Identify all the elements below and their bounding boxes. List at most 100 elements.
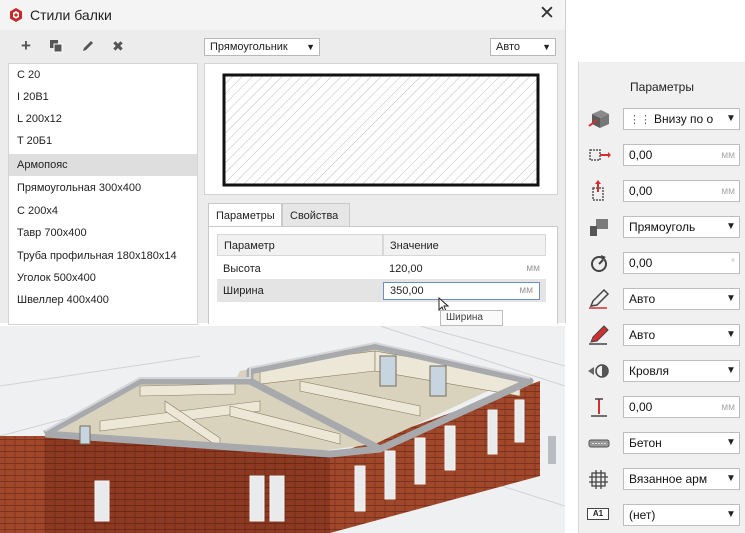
list-item[interactable]: Уголок 500x400 xyxy=(9,267,197,289)
offset-vertical-icon xyxy=(592,180,604,201)
param-value: 350,00 xyxy=(390,285,424,297)
reinforcement-value: Вязанное арм xyxy=(629,472,708,486)
list-item[interactable]: Прямоугольная 300x400 xyxy=(9,177,197,199)
chevron-down-icon: ▼ xyxy=(723,505,739,525)
tab-parameters[interactable]: Параметры xyxy=(208,203,282,227)
chevron-down-icon: ▼ xyxy=(723,469,739,489)
unit-label: ° xyxy=(731,258,735,269)
list-item[interactable]: Швеллер 400x400 xyxy=(9,289,197,311)
copy-style-icon[interactable] xyxy=(46,36,66,56)
param-row-rotation: 0,00 ° xyxy=(579,248,745,276)
shape-select-value: Прямоугольник xyxy=(210,41,288,53)
reinforcement-select[interactable]: Вязанное арм ▼ xyxy=(623,468,740,490)
unit-label: мм xyxy=(721,186,735,197)
param-value: 120,00 xyxy=(389,263,423,275)
title-bar: Стили балки ✕ xyxy=(0,0,565,30)
list-item[interactable]: L 200x12 xyxy=(9,108,197,130)
edit-style-icon[interactable] xyxy=(78,36,98,56)
scale-select[interactable]: Авто ▼ xyxy=(490,38,556,56)
panel-title: Параметры xyxy=(630,80,694,94)
app-logo-icon xyxy=(10,8,22,22)
beam-styles-dialog: Стили балки ✕ + ✖ С 20 I 20B1 L 200x12 T… xyxy=(0,0,566,326)
tooltip: Ширина xyxy=(440,310,503,326)
table-row-selected: Ширина 350,00 мм xyxy=(217,280,546,302)
param-row-offset-x: 0,00 мм xyxy=(579,140,745,168)
delete-style-icon[interactable]: ✖ xyxy=(108,36,128,56)
label-icon: A1 xyxy=(587,508,611,520)
chevron-down-icon: ▼ xyxy=(723,217,739,237)
list-item[interactable]: Тавр 700x400 xyxy=(9,222,197,244)
rotation-icon xyxy=(591,255,607,272)
offset-y-input[interactable]: 0,00 мм xyxy=(623,180,740,202)
material-value: Бетон xyxy=(629,436,662,450)
3d-viewport[interactable] xyxy=(0,326,565,533)
param-value-input[interactable]: 350,00 мм xyxy=(383,282,540,300)
scale-select-value: Авто xyxy=(496,41,520,53)
label-value: (нет) xyxy=(629,508,656,522)
left-wall xyxy=(0,436,45,533)
pen-2-select[interactable]: Авто ▼ xyxy=(623,324,740,346)
material-select[interactable]: Бетон ▼ xyxy=(623,432,740,454)
material-icon xyxy=(588,439,610,448)
list-item[interactable]: I 20B1 xyxy=(9,86,197,108)
list-item[interactable]: Труба профильная 180x180x14 xyxy=(9,245,197,267)
param-name: Ширина xyxy=(217,280,383,302)
offset-horizontal-icon xyxy=(589,149,611,161)
grid-dots-icon: ⋮⋮ xyxy=(629,114,651,126)
table-row: Высота 120,00 мм xyxy=(217,258,546,280)
tab-bar: Параметры Свойства xyxy=(208,203,556,227)
offset-x-input[interactable]: 0,00 мм xyxy=(623,144,740,166)
param-row-pen: Авто ▼ xyxy=(579,284,745,312)
param-row-profile: Прямоуголь ▼ xyxy=(579,212,745,240)
parameters-panel: Параметры ⋮⋮ Внизу по о ▼ 0,00 мм 0,00 мм xyxy=(578,62,745,533)
height-icon xyxy=(591,398,607,417)
rotation-value: 0,00 xyxy=(629,256,653,270)
chevron-down-icon: ▼ xyxy=(542,42,551,52)
layer-icon xyxy=(588,364,609,378)
offset-y-value: 0,00 xyxy=(629,184,653,198)
pen-select[interactable]: Авто ▼ xyxy=(623,288,740,310)
styles-toolbar: + ✖ xyxy=(8,34,196,58)
list-item[interactable]: С 200x4 xyxy=(9,200,197,222)
reinforcement-icon xyxy=(589,470,608,489)
param-row-label: A1 (нет) ▼ xyxy=(579,500,745,528)
list-item[interactable]: T 20Б1 xyxy=(9,130,197,152)
param-row-layer: Кровля ▼ xyxy=(579,356,745,384)
list-item-selected[interactable]: Армопояс xyxy=(9,154,197,176)
pen-red-icon xyxy=(589,325,609,345)
chevron-down-icon: ▼ xyxy=(306,42,315,52)
profile-select[interactable]: Прямоуголь ▼ xyxy=(623,216,740,238)
param-row-material: Бетон ▼ xyxy=(579,428,745,456)
param-row-offset-y: 0,00 мм xyxy=(579,176,745,204)
add-style-icon[interactable]: + xyxy=(16,36,36,56)
profile-icon xyxy=(590,219,608,236)
rotation-input[interactable]: 0,00 ° xyxy=(623,252,740,274)
unit-label: мм xyxy=(721,150,735,161)
param-row-height: 0,00 мм xyxy=(579,392,745,420)
param-value-field[interactable]: 120,00 мм xyxy=(383,258,546,280)
list-item[interactable]: С 20 xyxy=(9,64,197,86)
profile-preview xyxy=(204,63,558,195)
unit-label: мм xyxy=(721,402,735,413)
height-value: 0,00 xyxy=(629,400,653,414)
label-icon-text: A1 xyxy=(587,508,609,520)
chevron-down-icon: ▼ xyxy=(723,433,739,453)
close-button[interactable]: ✕ xyxy=(537,3,557,25)
param-row-placement: ⋮⋮ Внизу по о ▼ xyxy=(579,104,745,132)
shape-select[interactable]: Прямоугольник ▼ xyxy=(204,38,320,56)
label-select[interactable]: (нет) ▼ xyxy=(623,504,740,526)
chevron-down-icon: ▼ xyxy=(723,289,739,309)
param-unit: мм xyxy=(526,263,540,274)
placement-value: Внизу по о xyxy=(654,112,714,126)
height-input[interactable]: 0,00 мм xyxy=(623,396,740,418)
column-header-parameter: Параметр xyxy=(217,234,383,256)
param-row-pen-2: Авто ▼ xyxy=(579,320,745,348)
placement-select[interactable]: ⋮⋮ Внизу по о ▼ xyxy=(623,108,740,130)
layer-select[interactable]: Кровля ▼ xyxy=(623,360,740,382)
param-unit: мм xyxy=(519,285,533,296)
pen-icon xyxy=(589,288,610,309)
tab-properties[interactable]: Свойства xyxy=(282,203,350,227)
param-name: Высота xyxy=(217,258,383,280)
building-3d-model xyxy=(0,326,565,533)
pen-2-value: Авто xyxy=(629,328,656,342)
